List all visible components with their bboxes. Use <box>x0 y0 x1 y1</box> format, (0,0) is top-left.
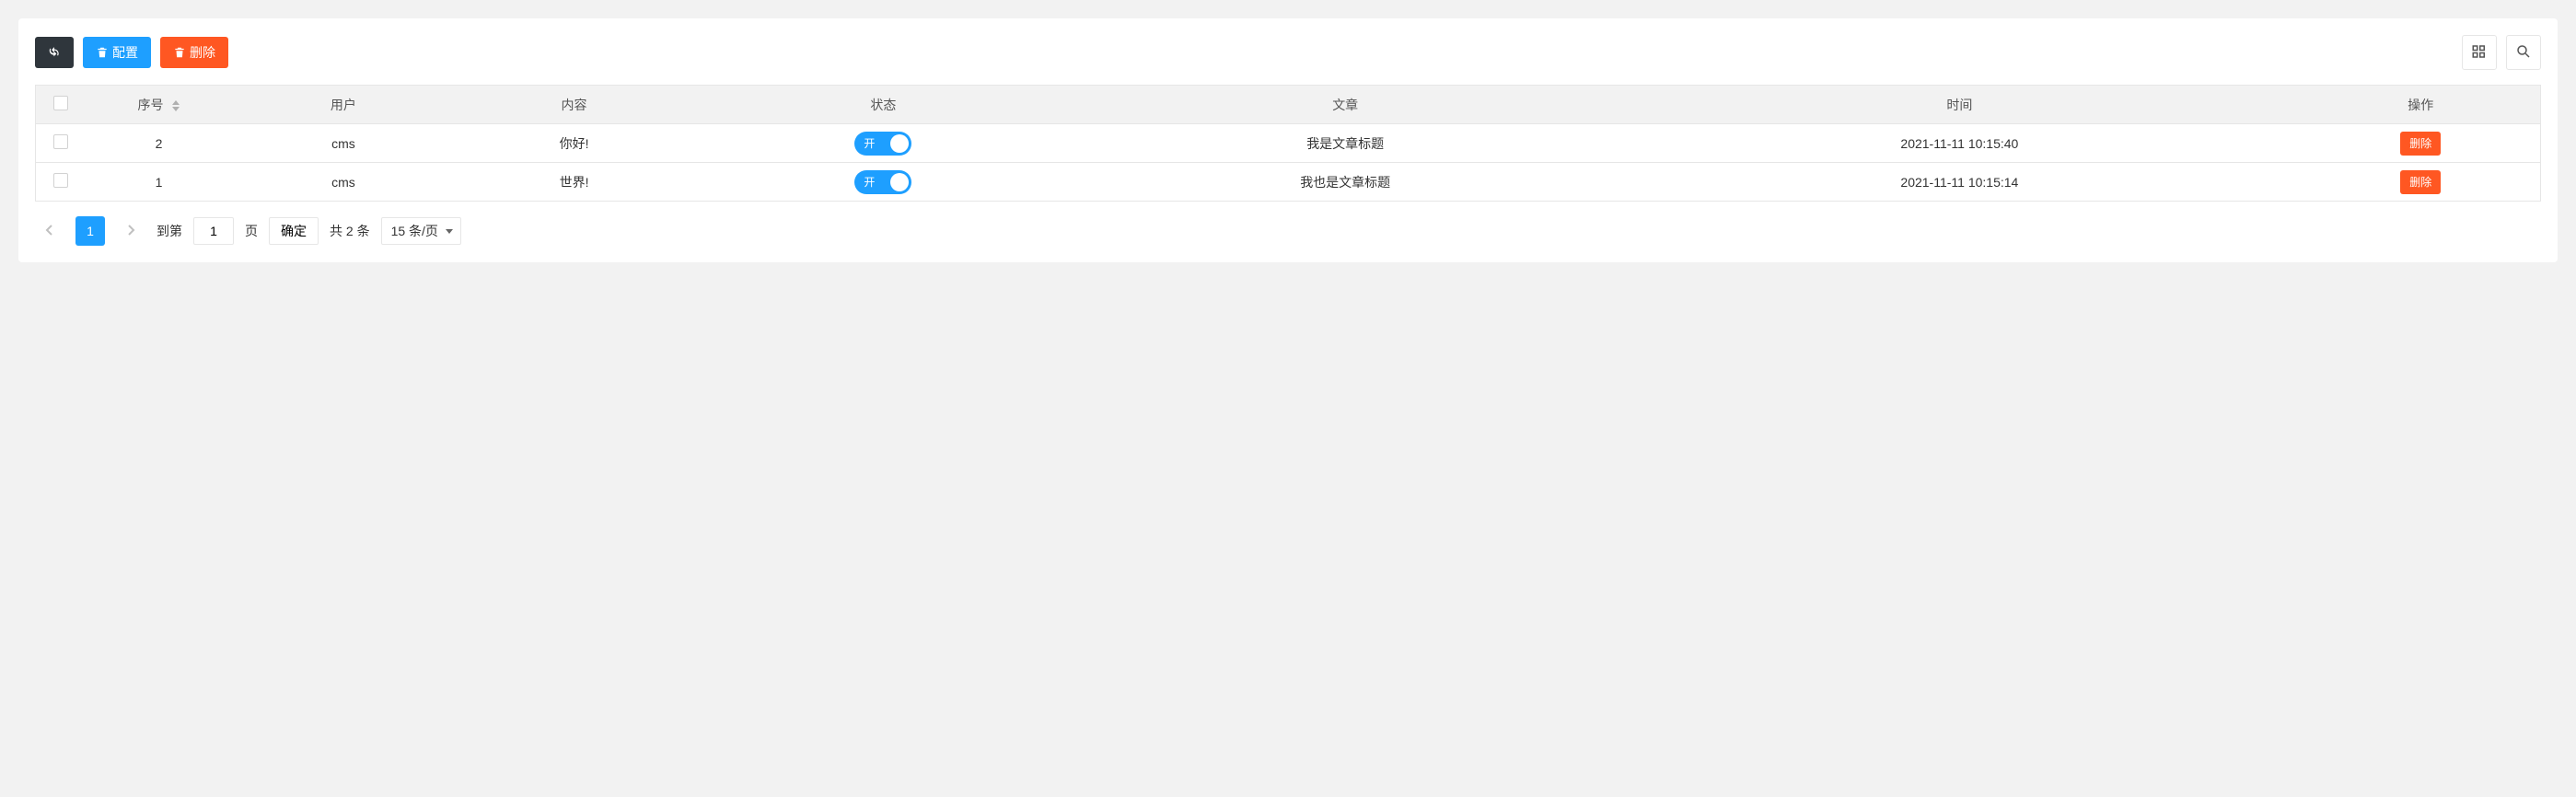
cell-user: cms <box>233 163 455 202</box>
page-size-select[interactable]: 15 条/页 <box>381 217 461 245</box>
status-switch[interactable]: 开 <box>854 170 911 194</box>
columns-button[interactable] <box>2462 35 2497 70</box>
page-size-label: 15 条/页 <box>391 222 438 240</box>
goto-input[interactable] <box>193 217 234 245</box>
panel: 配置 删除 <box>18 18 2558 262</box>
chevron-left-icon <box>45 224 54 238</box>
col-time: 时间 <box>1618 86 2301 124</box>
delete-button-label: 删除 <box>190 43 215 62</box>
cell-seq: 1 <box>86 163 233 202</box>
col-content: 内容 <box>454 86 693 124</box>
col-op: 操作 <box>2302 86 2541 124</box>
goto-prefix: 到第 <box>157 222 182 240</box>
delete-button[interactable]: 删除 <box>160 37 228 68</box>
cell-time: 2021-11-11 10:15:40 <box>1618 124 2301 163</box>
cell-time: 2021-11-11 10:15:14 <box>1618 163 2301 202</box>
refresh-button[interactable] <box>35 37 74 68</box>
table-header-row: 序号 用户 内容 状态 文章 时间 操作 <box>36 86 2541 124</box>
cell-content: 世界! <box>454 163 693 202</box>
col-article: 文章 <box>1073 86 1618 124</box>
goto-confirm-button[interactable]: 确定 <box>269 217 319 245</box>
col-status: 状态 <box>694 86 1073 124</box>
col-seq[interactable]: 序号 <box>86 86 233 124</box>
row-delete-button[interactable]: 删除 <box>2400 132 2441 156</box>
chevron-right-icon <box>126 224 135 238</box>
goto-suffix: 页 <box>245 222 258 240</box>
toolbar: 配置 删除 <box>35 35 2541 70</box>
total-count: 共 2 条 <box>330 222 370 240</box>
search-button[interactable] <box>2506 35 2541 70</box>
row-delete-button[interactable]: 删除 <box>2400 170 2441 194</box>
cell-content: 你好! <box>454 124 693 163</box>
cell-user: cms <box>233 124 455 163</box>
sort-icon <box>172 100 180 111</box>
table-row: 2 cms 你好! 开 我是文章标题 2021-11-11 10:15:40 删… <box>36 124 2541 163</box>
col-seq-label: 序号 <box>138 98 164 112</box>
status-switch[interactable]: 开 <box>854 132 911 156</box>
page-prev[interactable] <box>35 216 64 246</box>
select-all-checkbox[interactable] <box>53 96 68 110</box>
search-icon <box>2515 43 2532 63</box>
table-row: 1 cms 世界! 开 我也是文章标题 2021-11-11 10:15:14 … <box>36 163 2541 202</box>
switch-label: 开 <box>864 135 875 151</box>
row-checkbox[interactable] <box>53 134 68 149</box>
page-next[interactable] <box>116 216 145 246</box>
cell-seq: 2 <box>86 124 233 163</box>
cell-article: 我也是文章标题 <box>1073 163 1618 202</box>
config-button-label: 配置 <box>112 43 138 62</box>
trash-icon <box>173 46 186 59</box>
pagination: 1 到第 页 确定 共 2 条 15 条/页 <box>35 216 2541 246</box>
trash-icon <box>96 46 109 59</box>
row-checkbox[interactable] <box>53 173 68 188</box>
cell-article: 我是文章标题 <box>1073 124 1618 163</box>
refresh-icon <box>48 46 61 59</box>
switch-knob <box>890 173 909 191</box>
page-number-current[interactable]: 1 <box>75 216 105 246</box>
config-button[interactable]: 配置 <box>83 37 151 68</box>
switch-label: 开 <box>864 174 875 190</box>
switch-knob <box>890 134 909 153</box>
columns-icon <box>2471 43 2488 63</box>
data-table: 序号 用户 内容 状态 文章 时间 操作 2 cms 你好! <box>35 85 2541 202</box>
col-user: 用户 <box>233 86 455 124</box>
